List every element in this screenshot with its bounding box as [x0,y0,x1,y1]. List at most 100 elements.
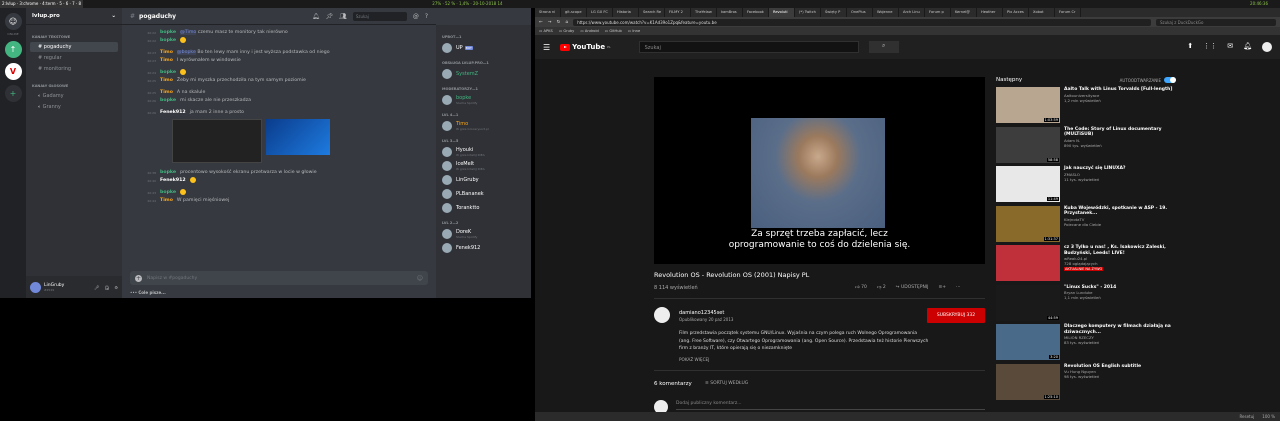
video-thumbnail[interactable]: 11:49 [996,166,1060,202]
avatar[interactable] [30,281,41,293]
video-thumbnail[interactable]: 44:59 [996,284,1060,321]
show-more-button[interactable]: POKAŻ WIĘCEJ [679,357,709,362]
video-thumbnail[interactable] [996,245,1060,281]
home-guild-icon[interactable]: ☺ [4,13,22,30]
bookmark-item[interactable]: ▭ Gruby [559,29,575,33]
comment-input[interactable]: Dodaj publiczny komentarz... [676,401,985,410]
browser-tab[interactable]: TheYelaw [691,8,717,17]
member-item[interactable]: LinGruby [442,173,525,187]
member-item[interactable]: bopke Słucha Spotify [442,93,525,107]
search-button[interactable]: ⌕ [868,41,899,53]
message-author[interactable]: Timo [160,77,173,85]
recommended-video[interactable]: 1:31:37 Kuba Wojewódzki, spotkanie w ASP … [996,205,1176,246]
member-item[interactable]: Toranktto [442,201,525,215]
upload-icon[interactable]: ⬆ [1187,42,1193,52]
pin-icon[interactable]: 📌︎ [326,13,334,20]
user-mention[interactable]: @bopke [176,50,196,55]
channel-item[interactable]: # pogaduchy [30,42,118,52]
message-author[interactable]: bopke [160,189,176,197]
member-item[interactable]: SystemZ [442,67,525,81]
browser-tab[interactable]: git-scope [561,8,587,17]
like-button[interactable]: 👍︎ 70 [855,285,867,290]
recommended-video[interactable]: 1:03:59 Aalto Talk with Linus Torvalds [F… [996,87,1176,127]
channel-item[interactable]: 🔈︎ Gadamy [30,91,118,101]
category-label[interactable]: KANAŁY TEKSTOWE [32,35,122,39]
browser-tab[interactable]: Kernel@ [951,8,977,17]
message-author[interactable]: Timo [160,89,173,97]
reload-icon[interactable]: ↻ [557,20,561,25]
browser-tab[interactable]: kamBros [717,8,743,17]
members-icon[interactable]: 👥︎ [339,13,347,20]
member-item[interactable]: IceMelt W grze IntelliJ IDEA [442,159,525,173]
video-player[interactable]: Za sprzęt trzeba zapłacić, lecz oprogram… [654,77,985,264]
apps-icon[interactable]: ⋮⋮ [1203,42,1217,52]
browser-tab[interactable]: FILMY 2 [665,8,691,17]
browser-tab[interactable]: Forum Cr [1055,8,1081,17]
browser-tab[interactable]: Święty P [821,8,847,17]
browser-tab[interactable]: Facebook [743,8,769,17]
subscribe-button[interactable]: SUBSKRYBUJ 332 [927,308,985,323]
message-author[interactable]: Timo [160,197,173,205]
back-icon[interactable]: ← [539,20,543,25]
message-author[interactable]: bopke [160,37,176,45]
bell-icon[interactable]: 🔔︎ [312,13,320,20]
browser-tab[interactable]: Search Re [639,8,665,17]
message-author[interactable]: Fenek912 [160,177,186,185]
recommended-video[interactable]: cz 3 Tylko u nas! , Ks. Isakowicz Zalesk… [996,245,1176,285]
browser-tab[interactable]: Forum p [925,8,951,17]
microphone-icon[interactable]: 🎤︎ [94,285,99,290]
video-thumbnail[interactable]: 3:20 [996,324,1060,360]
browser-tab[interactable]: Historia [613,8,639,17]
messages-icon[interactable]: ✉ [1227,42,1233,52]
vivaldi-guild-icon[interactable]: V [4,63,22,80]
message-author[interactable]: Timo [160,57,173,65]
channel-item[interactable]: 🔈︎ Granny [30,102,118,112]
menu-icon[interactable]: ☰ [543,43,550,52]
headphones-icon[interactable]: 🎧︎ [104,285,109,290]
sort-button[interactable]: ≡ SORTUJ WEDŁUG [705,381,748,386]
message-author[interactable]: bopke [160,69,176,77]
member-item[interactable]: Hyouki W grze IntelliJ IDEA [442,145,525,159]
browser-tab[interactable]: Pix Acces [1003,8,1029,17]
video-thumbnail[interactable]: 1:31:37 [996,205,1060,242]
channel-name[interactable]: damiano12345set [679,310,724,316]
gear-icon[interactable]: ⚙ [114,285,118,290]
browser-tab[interactable]: Heather [977,8,1003,17]
message-author[interactable]: Fenek912 [160,109,186,117]
youtube-search-input[interactable]: Szukaj [638,41,859,53]
browser-tab[interactable]: Arch Linu [899,8,925,17]
message-author[interactable]: Timo [160,49,173,57]
share-button[interactable]: ↪ UDOSTĘPNIJ [896,285,929,290]
browser-tab[interactable]: (*) Twitch [795,8,821,17]
search-engine-input[interactable]: Szukaj z DuckDuckGo [1156,18,1276,26]
dislike-button[interactable]: 👎︎ 2 [877,285,886,290]
home-icon[interactable]: ⌂ [565,20,568,25]
category-label[interactable]: KANAŁY GŁOSOWE [32,84,122,88]
browser-tab[interactable]: Strona ni [535,8,561,17]
search-input[interactable]: Szukaj [352,11,407,21]
message-author[interactable]: bopke [160,97,176,105]
add-server-icon[interactable]: + [4,85,22,102]
recommended-video[interactable]: 58:58 The Code: Story of Linux documentar… [996,126,1176,167]
member-item[interactable]: DoreK Słucha Spotify [442,227,525,241]
bookmark-item[interactable]: ▭ Android [580,29,598,33]
youtube-logo[interactable]: YouTube PL [560,43,611,51]
recommended-video[interactable]: 3:20 Dlaczego komputery w filmach działaj… [996,324,1176,364]
bookmark-item[interactable]: ▭ GitHub [605,29,622,33]
bookmark-item[interactable]: ▭ APKS [539,29,553,33]
url-input[interactable]: https://www.youtube.com/watch?v=K1Ad39o1… [573,18,1151,26]
browser-tab[interactable]: OnePlus [847,8,873,17]
channel-item[interactable]: # regular [30,53,118,63]
browser-tab[interactable]: LG GX FC [587,8,613,17]
member-item[interactable]: Fenek912 [442,241,525,255]
message-author[interactable]: bopke [160,169,176,177]
message-author[interactable]: bopke [160,29,176,37]
lvlup-guild-icon[interactable]: ↑ [4,41,22,58]
notifications-icon[interactable]: 🔔︎ [1243,42,1252,52]
recommended-video[interactable]: 1:25:10 Revolution OS English subtitle Vu … [996,363,1176,404]
channel-avatar[interactable] [654,307,670,323]
member-item[interactable]: UP BOT [442,41,525,55]
video-thumbnail[interactable]: 58:58 [996,126,1060,163]
emoji-icon[interactable]: ☺ [417,275,423,282]
upload-plus-icon[interactable]: + [135,274,142,282]
